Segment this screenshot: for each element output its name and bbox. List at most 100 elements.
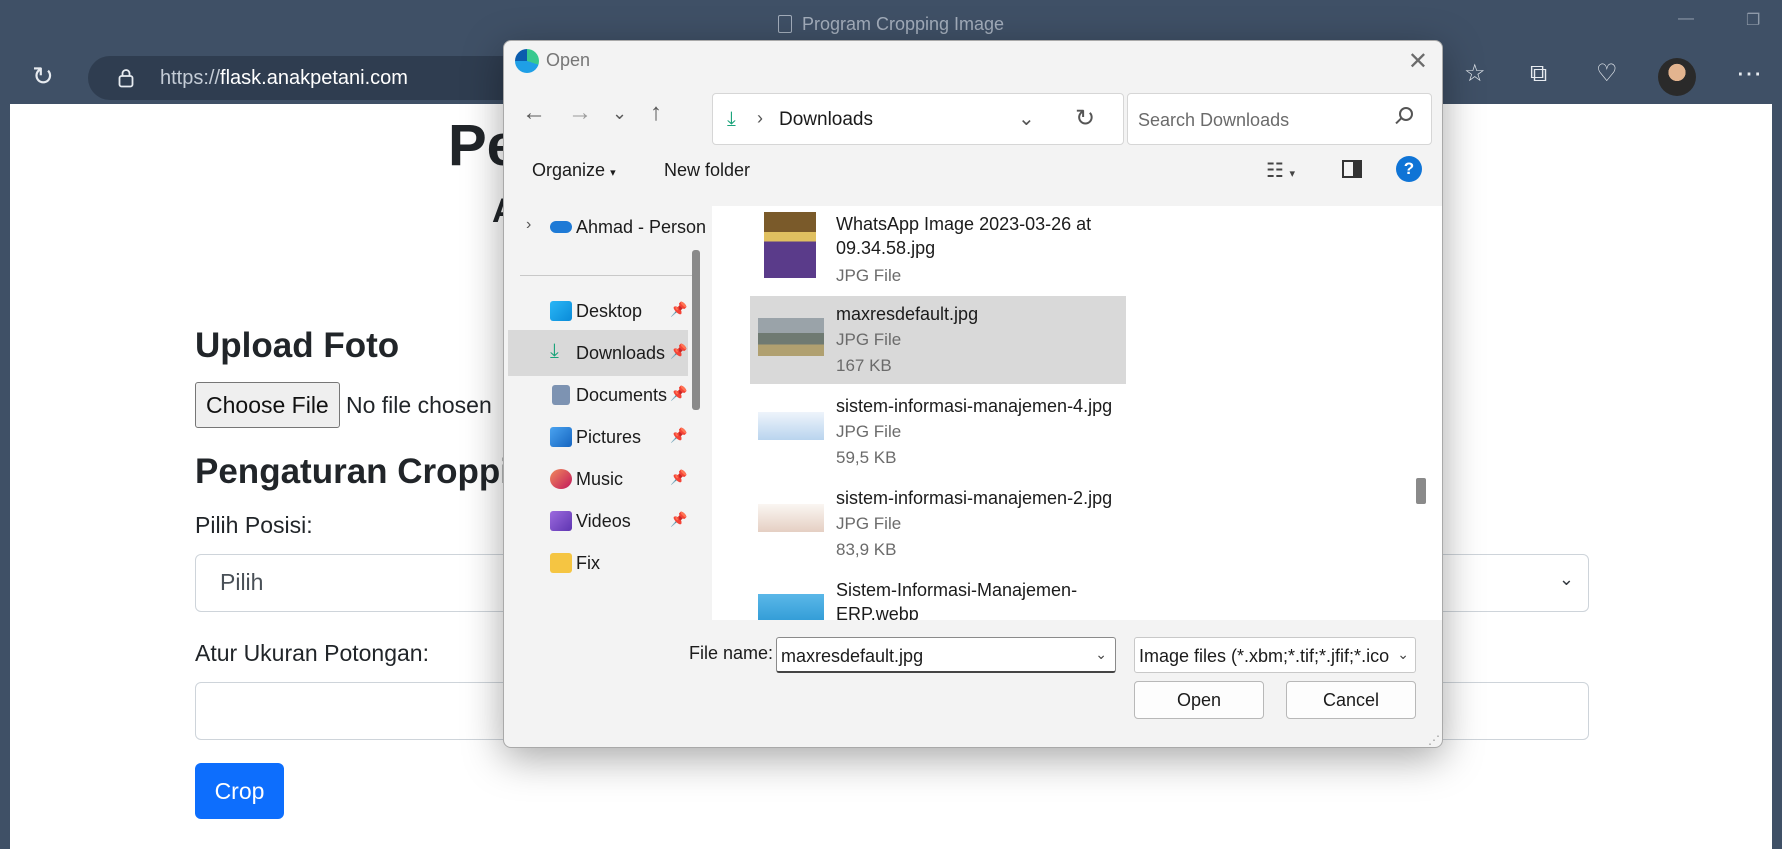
chevron-down-icon[interactable]: ⌄ (1095, 646, 1107, 663)
file-type: JPG File (836, 422, 902, 441)
chevron-right-icon[interactable]: › (526, 216, 531, 234)
file-type-value: Image files (*.xbm;*.tif;*.jfif;*.ico (1139, 646, 1389, 666)
chevron-down-icon[interactable]: ⌄ (1018, 106, 1035, 131)
breadcrumb-separator-icon: › (757, 108, 763, 128)
resize-grip-icon[interactable]: ⋰ (1428, 733, 1440, 747)
lock-icon[interactable] (118, 68, 134, 88)
restore-icon[interactable]: ❐ (1746, 10, 1760, 30)
browser-essentials-icon[interactable]: ♡ (1596, 62, 1618, 86)
nav-item-onedrive[interactable]: › Ahmad - Person (508, 206, 706, 250)
back-arrow-icon[interactable]: ← (522, 99, 546, 127)
cancel-button[interactable]: Cancel (1286, 681, 1416, 719)
crop-size-label: Atur Ukuran Potongan: (195, 640, 429, 666)
upload-heading: Upload Foto (195, 326, 400, 365)
search-icon (1399, 107, 1413, 121)
more-menu-icon[interactable]: ⋯ (1736, 60, 1762, 86)
file-name-label: File name: (689, 643, 774, 663)
nav-item-videos[interactable]: Videos 📌 (508, 498, 688, 544)
pin-icon[interactable]: 📌 (670, 511, 687, 528)
pin-icon[interactable]: 📌 (670, 469, 687, 486)
choose-file-button[interactable]: Choose File (195, 382, 340, 428)
downloads-icon: ⤓ (727, 108, 736, 130)
nav-item-fix[interactable]: Fix (508, 540, 688, 586)
file-thumbnail (758, 594, 824, 620)
address-breadcrumb[interactable]: ⤓ › Downloads ⌄ ↻ (712, 93, 1124, 145)
navigation-pane-scrollbar[interactable] (692, 250, 700, 410)
file-item-selected[interactable]: maxresdefault.jpg JPG File 167 KB (750, 296, 1126, 384)
file-list[interactable]: WhatsApp Image 2023-03-26 at 09.34.58.jp… (722, 206, 1402, 620)
file-size: 83,9 KB (836, 540, 897, 559)
file-type: JPG File (836, 514, 902, 533)
crop-button[interactable]: Crop (195, 763, 284, 819)
folder-icon (550, 553, 572, 573)
chevron-down-icon: ⌄ (1558, 569, 1574, 589)
open-file-dialog: Open ✕ ← → ⌄ ↑ ⤓ › Downloads ⌄ ↻ Search … (503, 40, 1443, 748)
open-button[interactable]: Open (1134, 681, 1264, 719)
file-thumbnail (764, 212, 816, 278)
document-icon (777, 15, 792, 33)
documents-folder-icon (552, 385, 570, 405)
preview-pane-icon[interactable] (1342, 160, 1362, 178)
window-title: Program Cropping Image (0, 14, 1782, 35)
nav-item-desktop[interactable]: Desktop 📌 (508, 288, 688, 334)
search-placeholder: Search Downloads (1138, 110, 1290, 130)
file-type: JPG File (836, 266, 902, 285)
organize-menu[interactable]: Organize ▾ (532, 160, 616, 181)
pin-icon[interactable]: 📌 (670, 385, 687, 402)
url-text: https://flask.anakpetani.com (160, 67, 408, 89)
file-thumbnail (758, 412, 824, 440)
file-name: Sistem-Informasi-Manajemen-ERP.webp (836, 580, 1078, 620)
dialog-footer: File name: maxresdefault.jpg ⌄ Image fil… (504, 631, 1442, 747)
favorites-icon[interactable]: ☆ (1464, 62, 1486, 86)
caret-down-icon: ▾ (610, 167, 616, 179)
file-name: sistem-informasi-manajemen-2.jpg (836, 488, 1113, 508)
no-file-text: No file chosen (346, 392, 492, 418)
file-item[interactable]: sistem-informasi-manajemen-2.jpg JPG Fil… (750, 480, 1126, 566)
nav-item-music[interactable]: Music 📌 (508, 456, 688, 502)
file-size: 59,5 KB (836, 448, 897, 467)
file-list-scrollbar[interactable] (1416, 478, 1426, 504)
nav-item-documents[interactable]: Documents 📌 (508, 372, 688, 418)
file-item[interactable]: sistem-informasi-manajemen-4.jpg JPG Fil… (750, 388, 1126, 474)
file-name: sistem-informasi-manajemen-4.jpg (836, 396, 1113, 416)
cropping-settings-heading: Pengaturan Croppi (195, 452, 511, 491)
file-name: WhatsApp Image 2023-03-26 at 09.34.58.jp… (836, 214, 1092, 258)
pin-icon[interactable]: 📌 (670, 343, 687, 360)
nav-divider (520, 275, 700, 276)
nav-item-downloads[interactable]: ⤓ Downloads 📌 (508, 330, 688, 376)
up-arrow-icon[interactable]: ↑ (650, 99, 662, 127)
refresh-icon[interactable]: ↻ (1075, 104, 1095, 133)
position-label: Pilih Posisi: (195, 512, 313, 538)
nav-item-pictures[interactable]: Pictures 📌 (508, 414, 688, 460)
pin-icon[interactable]: 📌 (670, 301, 687, 318)
pictures-folder-icon (550, 427, 572, 447)
music-folder-icon (550, 469, 572, 489)
navigation-pane[interactable]: › Ahmad - Person Desktop 📌 ⤓ Downloads 📌… (504, 206, 712, 620)
change-view-icon[interactable]: ☷ ▾ (1266, 158, 1295, 183)
forward-arrow-icon[interactable]: → (568, 99, 592, 127)
file-type-select[interactable]: Image files (*.xbm;*.tif;*.jfif;*.ico ⌄ (1134, 637, 1416, 673)
file-type: JPG File (836, 330, 902, 349)
downloads-folder-icon: ⤓ (550, 340, 559, 362)
help-icon[interactable]: ? (1396, 156, 1422, 182)
refresh-icon[interactable]: ↻ (32, 63, 54, 89)
minimize-icon[interactable]: — (1678, 10, 1694, 28)
close-icon[interactable]: ✕ (1408, 47, 1428, 76)
command-bar: Organize ▾ New folder ☷ ▾ ? (504, 146, 1442, 194)
search-input[interactable]: Search Downloads (1127, 93, 1432, 145)
profile-avatar[interactable] (1658, 58, 1696, 96)
file-thumbnail (758, 318, 824, 356)
file-item[interactable]: WhatsApp Image 2023-03-26 at 09.34.58.jp… (750, 206, 1126, 292)
videos-folder-icon (550, 511, 572, 531)
breadcrumb-current[interactable]: Downloads (779, 109, 873, 131)
onedrive-icon (550, 221, 572, 233)
file-item[interactable]: Sistem-Informasi-Manajemen-ERP.webp (750, 572, 1126, 620)
file-name-input[interactable]: maxresdefault.jpg ⌄ (776, 637, 1116, 673)
file-name: maxresdefault.jpg (836, 304, 979, 324)
recent-locations-icon[interactable]: ⌄ (612, 103, 627, 124)
dialog-titlebar: Open ✕ (504, 41, 1442, 81)
pin-icon[interactable]: 📌 (670, 427, 687, 444)
new-folder-button[interactable]: New folder (664, 160, 750, 181)
dialog-body: › Ahmad - Person Desktop 📌 ⤓ Downloads 📌… (504, 206, 1442, 620)
collections-icon[interactable]: ⧉ (1530, 62, 1547, 86)
